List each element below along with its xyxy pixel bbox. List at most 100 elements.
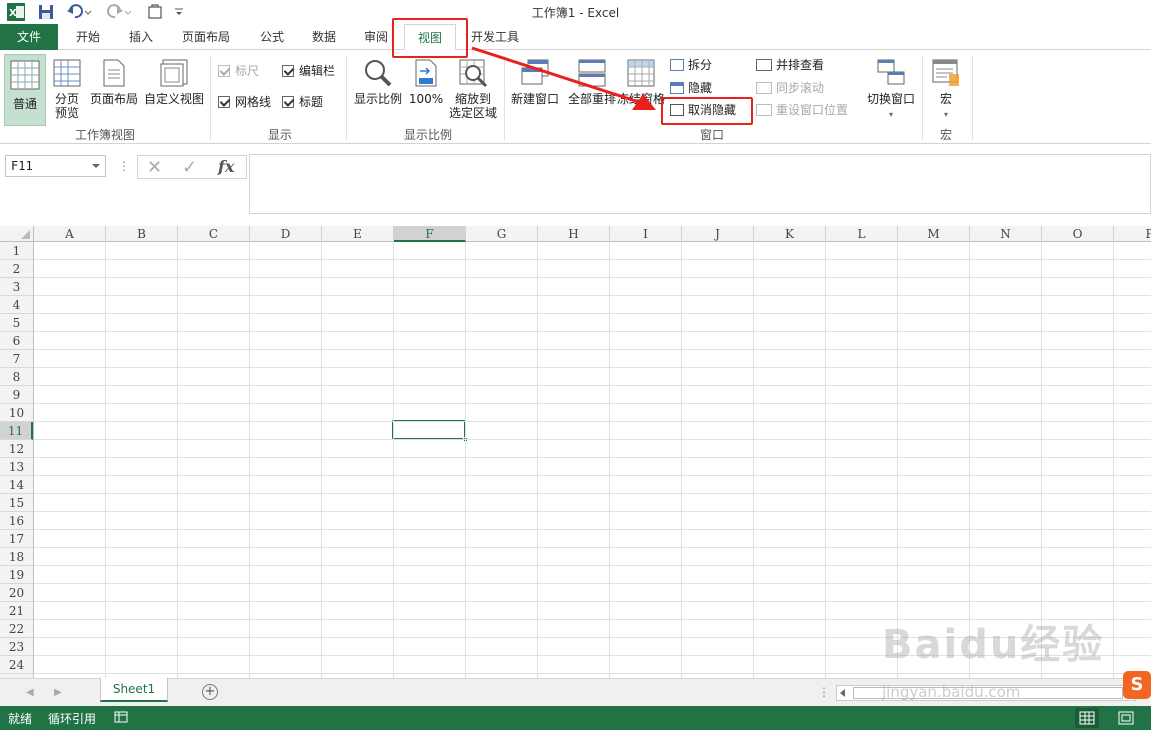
sheet-tab-sheet1[interactable]: Sheet1 xyxy=(100,678,168,702)
zoom-100-button[interactable]: 100% xyxy=(408,54,444,126)
row-header[interactable]: 10 xyxy=(0,404,33,422)
column-header[interactable]: G xyxy=(466,226,538,242)
page-break-preview-button[interactable]: 分页 预览 xyxy=(48,54,86,126)
column-header[interactable]: I xyxy=(610,226,682,242)
row-header[interactable]: 17 xyxy=(0,530,33,548)
page-layout-view-button[interactable]: 页面布局 xyxy=(88,54,140,126)
workbook-views-group-label: 工作簿视图 xyxy=(74,128,135,142)
switch-windows-button[interactable]: 切换窗口 ▾ xyxy=(862,54,920,126)
zoom-to-selection-button[interactable]: 缩放到 选定区域 xyxy=(446,54,500,126)
column-header[interactable]: C xyxy=(178,226,250,242)
column-header[interactable]: J xyxy=(682,226,754,242)
ruler-checkbox[interactable]: 标尺 xyxy=(218,62,259,80)
row-header[interactable]: 4 xyxy=(0,296,33,314)
row-header[interactable]: 15 xyxy=(0,494,33,512)
show-group-label: 显示 xyxy=(267,128,292,142)
sync-scroll-button[interactable]: 同步滚动 xyxy=(756,79,824,97)
side-by-side-icon xyxy=(756,59,772,71)
custom-views-button[interactable]: 自定义视图 xyxy=(142,54,206,126)
view-side-by-side-button[interactable]: 并排查看 xyxy=(756,56,824,74)
freeze-panes-button[interactable]: 冻结窗格 xyxy=(614,54,668,126)
gridlines-checkbox[interactable]: 网格线 xyxy=(218,93,271,111)
row-header[interactable]: 23 xyxy=(0,638,33,656)
macros-icon xyxy=(931,58,961,88)
chevron-down-icon[interactable] xyxy=(92,164,100,168)
row-header[interactable]: 9 xyxy=(0,386,33,404)
add-sheet-icon[interactable]: + xyxy=(202,684,218,700)
freeze-panes-label: 冻结窗格 xyxy=(616,92,665,106)
column-header[interactable]: O xyxy=(1042,226,1114,242)
hide-label: 隐藏 xyxy=(688,81,713,95)
column-header[interactable]: N xyxy=(970,226,1042,242)
page-break-label-2: 预览 xyxy=(54,106,79,120)
tab-home[interactable]: 开始 xyxy=(66,24,110,50)
column-header[interactable]: A xyxy=(34,226,106,242)
separator xyxy=(922,56,923,140)
row-header[interactable]: 8 xyxy=(0,368,33,386)
macros-group-label: 宏 xyxy=(939,128,952,142)
active-cell[interactable] xyxy=(392,420,468,442)
row-header[interactable]: 13 xyxy=(0,458,33,476)
insert-function-icon[interactable]: fx xyxy=(218,157,234,176)
column-header[interactable]: H xyxy=(538,226,610,242)
sogou-ime-icon[interactable]: S xyxy=(1123,671,1151,699)
column-header[interactable]: P xyxy=(1114,226,1151,242)
tab-page-layout[interactable]: 页面布局 xyxy=(172,24,240,50)
tab-formulas[interactable]: 公式 xyxy=(250,24,294,50)
gridline xyxy=(34,457,1151,458)
row-header[interactable]: 11 xyxy=(0,422,33,440)
tab-data[interactable]: 数据 xyxy=(302,24,346,50)
switch-windows-arrow-icon: ▾ xyxy=(888,110,893,119)
row-header[interactable]: 24 xyxy=(0,656,33,674)
tab-file[interactable]: 文件 xyxy=(0,24,58,50)
sync-scroll-icon xyxy=(756,82,772,94)
formula-bar-checkbox[interactable]: 编辑栏 xyxy=(282,62,335,80)
tab-developer[interactable]: 开发工具 xyxy=(464,24,526,50)
column-header[interactable]: M xyxy=(898,226,970,242)
column-header[interactable]: L xyxy=(826,226,898,242)
cancel-icon[interactable]: ✕ xyxy=(147,157,162,178)
row-header[interactable]: 22 xyxy=(0,620,33,638)
arrange-all-button[interactable]: 全部重排 xyxy=(564,54,620,126)
sheet-nav-prev-icon[interactable]: ◀ xyxy=(26,687,34,698)
hide-button[interactable]: 隐藏 xyxy=(670,79,712,97)
formula-bar: F11 ⋮ ✕ ✓ fx xyxy=(0,144,1151,226)
row-header[interactable]: 1 xyxy=(0,242,33,260)
column-header[interactable]: F xyxy=(394,226,466,242)
row-header[interactable]: 3 xyxy=(0,278,33,296)
zoom-button[interactable]: 显示比例 xyxy=(352,54,404,126)
row-header[interactable]: 20 xyxy=(0,584,33,602)
formula-input[interactable] xyxy=(249,154,1151,214)
row-header[interactable]: 7 xyxy=(0,350,33,368)
select-all-corner[interactable] xyxy=(0,226,34,242)
macros-button[interactable]: 宏 ▾ xyxy=(926,54,966,126)
macro-record-icon[interactable] xyxy=(114,711,128,726)
row-header[interactable]: 5 xyxy=(0,314,33,332)
row-header[interactable]: 18 xyxy=(0,548,33,566)
column-header[interactable]: D xyxy=(250,226,322,242)
sheet-nav-next-icon[interactable]: ▶ xyxy=(54,687,62,698)
column-header[interactable]: B xyxy=(106,226,178,242)
row-header[interactable]: 2 xyxy=(0,260,33,278)
normal-view-button[interactable]: 普通 xyxy=(4,54,46,126)
column-header[interactable]: E xyxy=(322,226,394,242)
row-header[interactable]: 12 xyxy=(0,440,33,458)
headings-checkbox[interactable]: 标题 xyxy=(282,93,323,111)
reset-window-position-button[interactable]: 重设窗口位置 xyxy=(756,101,848,119)
column-header[interactable]: K xyxy=(754,226,826,242)
worksheet-grid[interactable]: ABCDEFGHIJKLMNOP 1 2 3 4 5 6 7 8 9 10 11 12 13 14 15 16… xyxy=(0,226,1151,678)
row-header[interactable]: 19 xyxy=(0,566,33,584)
row-header[interactable]: 14 xyxy=(0,476,33,494)
normal-view-status-icon[interactable] xyxy=(1075,708,1099,728)
tab-insert[interactable]: 插入 xyxy=(118,24,164,50)
page-layout-status-icon[interactable] xyxy=(1114,708,1138,728)
name-box[interactable]: F11 xyxy=(5,155,106,177)
enter-icon[interactable]: ✓ xyxy=(182,157,197,178)
scroll-left-icon[interactable] xyxy=(840,689,845,697)
row-header[interactable]: 6 xyxy=(0,332,33,350)
row-header[interactable]: 21 xyxy=(0,602,33,620)
gridline xyxy=(34,673,1151,674)
split-button[interactable]: 拆分 xyxy=(670,56,712,74)
new-window-button[interactable]: 新建窗口 xyxy=(508,54,562,126)
row-header[interactable]: 16 xyxy=(0,512,33,530)
